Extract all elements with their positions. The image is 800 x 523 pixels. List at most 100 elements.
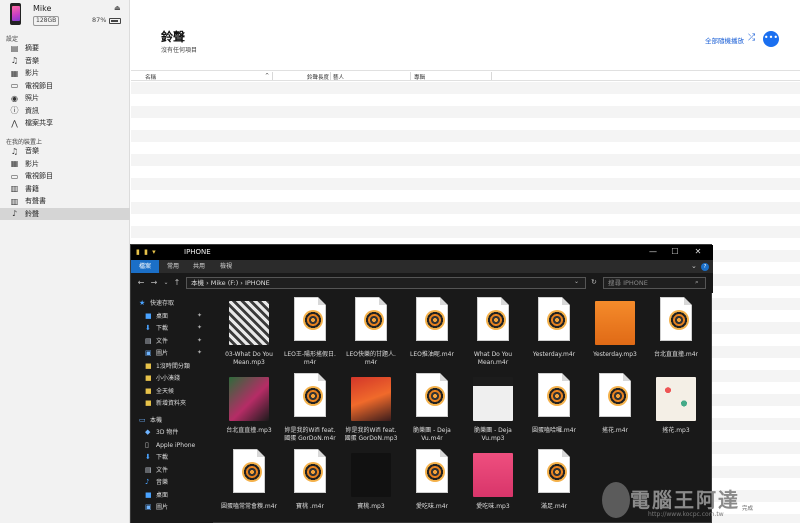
file-item[interactable]: 圓蛋嗑常常會糗.m4r xyxy=(218,447,280,523)
nav-tree-item[interactable]: ▤ 文件 xyxy=(145,464,168,476)
sidebar-item-label: 電視節目 xyxy=(25,81,53,90)
file-item[interactable]: 03-What Do You Mean.mp3 xyxy=(218,295,280,371)
file-item[interactable]: Yesterday.m4r xyxy=(523,295,585,371)
forward-arrow-icon[interactable]: → xyxy=(149,278,159,287)
file-name: 寶桃 .m4r xyxy=(296,503,324,510)
recent-dropdown-icon[interactable]: ⌄ xyxy=(161,279,171,286)
close-icon[interactable]: ✕ xyxy=(691,247,705,256)
nav-tree-item[interactable]: ▣ 圖片 ✦ xyxy=(145,347,202,359)
more-options-button[interactable]: ••• xyxy=(763,31,779,47)
sort-up-icon[interactable]: ^ xyxy=(265,73,269,79)
sidebar-item[interactable]: ◉ 照片 xyxy=(0,92,130,104)
file-item[interactable]: 滿足.m4r xyxy=(523,447,585,523)
file-item[interactable]: 妳是我的Wifi feat. 國蛋 GorDoN.m4r xyxy=(279,371,341,447)
tab-home[interactable]: 常用 xyxy=(159,260,187,273)
pin-icon[interactable]: ✦ xyxy=(197,335,202,347)
file-item[interactable]: 寶桃.mp3 xyxy=(340,447,402,523)
tab-view[interactable]: 檢視 xyxy=(212,260,240,273)
file-item[interactable]: 愛吃味.m4r xyxy=(401,447,463,523)
sidebar-item[interactable]: ⋀ 檔案共享 xyxy=(0,117,130,129)
minimize-icon[interactable]: — xyxy=(646,247,660,256)
folder-icon: ■ xyxy=(145,374,152,382)
quick-access-toolbar-icon[interactable]: ▮ ▮ ▾ xyxy=(136,248,157,256)
column-artist[interactable]: 藝人 xyxy=(333,73,344,81)
nav-tree-item[interactable]: ★ 快速存取 xyxy=(139,297,174,309)
nav-tree-item[interactable]: ■ 1沒時間分類 xyxy=(145,360,190,372)
file-item[interactable]: What Do You Mean.m4r xyxy=(462,295,524,371)
tv-icon: ▭ xyxy=(10,81,19,90)
ringtone-file-icon xyxy=(229,449,269,501)
nav-tree-item[interactable]: ▣ 圖片 xyxy=(145,501,168,513)
sidebar-item[interactable]: ♫ 音樂 xyxy=(0,145,130,157)
sidebar-item[interactable]: ▥ 書籍 xyxy=(0,183,130,195)
file-item[interactable]: LEO推油呢.m4r xyxy=(401,295,463,371)
navigation-pane: ★ 快速存取 ■ 桌面 ✦ ⬇ 下載 ✦ ▤ 文件 ✦ ▣ 圖片 ✦ ■ 1沒時間分類 ■ 小小湊錢 ■ 全天候 ■ 新增… xyxy=(131,293,213,523)
address-bar[interactable]: 本機 › Mike (F:) › IPHONE xyxy=(186,277,586,289)
maximize-icon[interactable]: ☐ xyxy=(668,247,682,256)
cube-icon: ◆ xyxy=(145,428,151,436)
nav-tree-item[interactable]: ⬇ 下載 ✦ xyxy=(145,322,202,334)
ringtone-file-icon xyxy=(412,373,452,425)
file-item[interactable]: LEO王-陽形搖假日. m4r xyxy=(279,295,341,371)
column-album[interactable]: 專輯 xyxy=(414,73,425,81)
sidebar-item[interactable]: ▥ 有聲書 xyxy=(0,195,130,207)
column-name[interactable]: 名稱 xyxy=(145,73,156,81)
help-icon[interactable]: ? xyxy=(701,263,709,271)
pin-icon[interactable]: ✦ xyxy=(197,347,202,359)
sidebar-item-label: 音樂 xyxy=(25,147,39,155)
file-item[interactable]: 搖花.m4r xyxy=(584,371,646,447)
nav-tree-item[interactable]: ■ 新增資料夾 xyxy=(145,397,186,409)
shuffle-icon[interactable]: ⤮ xyxy=(748,33,755,43)
nav-tree-item[interactable]: ⬇ 下載 xyxy=(145,451,168,463)
sidebar-item[interactable]: ⓘ 資訊 xyxy=(0,105,130,117)
file-item[interactable]: 妳是我的Wifi feat. 國蛋 GorDoN.mp3 xyxy=(340,371,402,447)
chevron-down-icon[interactable]: ⌄ xyxy=(691,262,697,270)
file-item[interactable]: 台北直直撞.mp3 xyxy=(218,371,280,447)
back-arrow-icon[interactable]: ← xyxy=(136,278,146,287)
address-row: ← → ⌄ ↑ 本機 › Mike (F:) › IPHONE ⌄ ↻ 搜尋 I… xyxy=(131,273,713,293)
ringtone-file-icon xyxy=(290,297,330,349)
sidebar-item[interactable]: ▭ 電視節目 xyxy=(0,170,130,182)
pin-icon[interactable]: ✦ xyxy=(197,310,202,322)
nav-tree-item[interactable]: ■ 小小湊錢 xyxy=(145,372,180,384)
column-length[interactable]: 鈴聲長度 xyxy=(307,73,329,81)
device-header[interactable]: Mike ⏏ 128GB 87% xyxy=(0,0,130,30)
file-item[interactable]: 脆樂團 - Deja Vu.mp3 xyxy=(462,371,524,447)
file-item[interactable]: 圓蛋嗑哈囉.m4r xyxy=(523,371,585,447)
nav-tree-item[interactable]: ▯ Apple iPhone xyxy=(145,439,195,451)
sidebar-item[interactable]: ▦ 影片 xyxy=(0,67,130,79)
file-item[interactable]: 寶桃 .m4r xyxy=(279,447,341,523)
nav-tree-item[interactable]: ▤ 文件 ✦ xyxy=(145,335,202,347)
music-note-icon: ♫ xyxy=(10,56,19,65)
nav-tree-item[interactable]: ■ 桌面 xyxy=(145,489,168,501)
nav-tree-item[interactable]: ■ 全天候 xyxy=(145,385,174,397)
sidebar-item[interactable]: ▤ 摘要 xyxy=(0,42,130,54)
album-art-thumbnail xyxy=(656,373,696,425)
tab-file[interactable]: 檔案 xyxy=(131,260,160,273)
file-item[interactable]: Yesterday.mp3 xyxy=(584,295,646,371)
address-dropdown-icon[interactable]: ⌄ xyxy=(574,278,579,285)
nav-tree-item[interactable]: ▭ 本機 xyxy=(139,414,162,426)
sidebar-item[interactable]: ♫ 音樂 xyxy=(0,55,130,67)
nav-tree-item[interactable]: ♪ 音樂 xyxy=(145,476,168,488)
nav-tree-item[interactable]: ◆ 3D 物件 xyxy=(145,426,178,438)
file-item[interactable]: 愛吃味.mp3 xyxy=(462,447,524,523)
shuffle-all-link[interactable]: 全部隨機播放 xyxy=(705,35,744,45)
sidebar-item-label: 鈴聲 xyxy=(25,209,39,218)
file-item[interactable]: LEO快樂的甘題人. m4r xyxy=(340,295,402,371)
nav-tree-item[interactable]: ■ 桌面 ✦ xyxy=(145,310,202,322)
sidebar-item[interactable]: ▦ 影片 xyxy=(0,158,130,170)
search-input[interactable]: 搜尋 IPHONE xyxy=(603,277,706,289)
eject-icon[interactable]: ⏏ xyxy=(114,4,121,12)
up-arrow-icon[interactable]: ↑ xyxy=(172,278,182,287)
file-item[interactable]: 搖花.mp3 xyxy=(645,371,707,447)
info-icon: ⓘ xyxy=(10,106,19,115)
tab-share[interactable]: 共用 xyxy=(185,260,213,273)
refresh-icon[interactable]: ↻ xyxy=(591,278,597,286)
sidebar-item[interactable]: ▭ 電視節目 xyxy=(0,80,130,92)
sidebar-item[interactable]: ♪ 鈴聲 xyxy=(0,207,130,220)
file-item[interactable]: 脆樂團 - Deja Vu.m4r xyxy=(401,371,463,447)
pin-icon[interactable]: ✦ xyxy=(197,322,202,334)
file-item[interactable]: 台北直直撞.m4r xyxy=(645,295,707,371)
search-icon[interactable]: ⌕ xyxy=(695,278,699,287)
